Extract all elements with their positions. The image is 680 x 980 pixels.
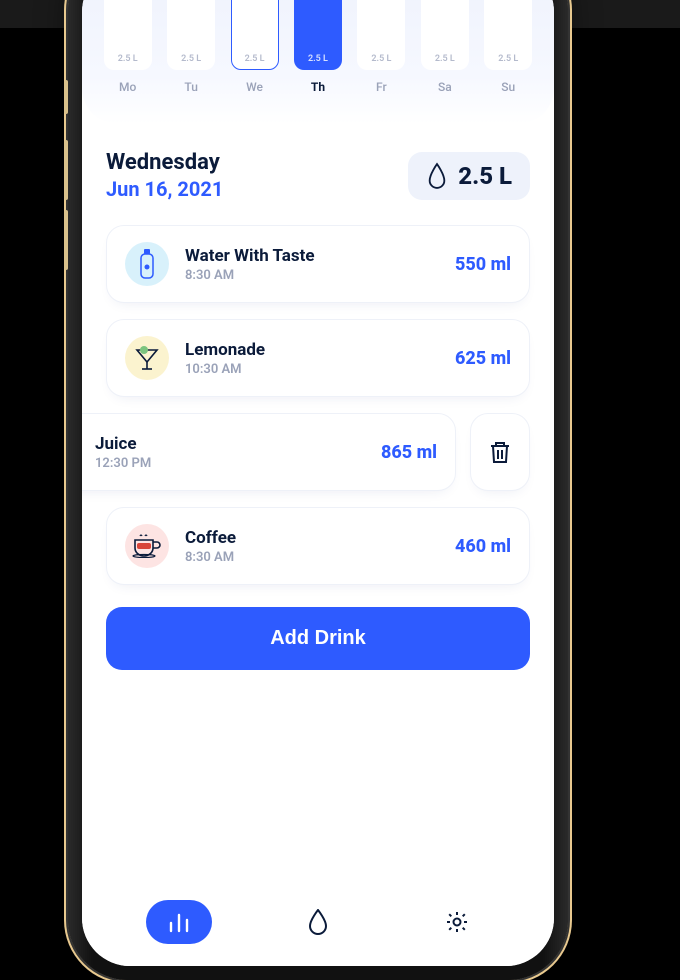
- content-area: Wednesday Jun 16, 2021 2.5 L Water With …: [82, 124, 554, 886]
- day-label: Sa: [438, 80, 452, 94]
- drink-text: Water With Taste 8:30 AM: [185, 246, 439, 283]
- stats-icon: [166, 911, 192, 933]
- side-button: [64, 80, 68, 114]
- drink-text: Lemonade 10:30 AM: [185, 340, 439, 377]
- bar-col-th[interactable]: 865 ml 2.5 L Th: [290, 0, 345, 94]
- day-label: Fr: [376, 80, 387, 94]
- add-drink-button[interactable]: Add Drink: [106, 607, 530, 670]
- nav-settings[interactable]: [424, 900, 490, 944]
- drink-text: Juice 12:30 PM: [95, 434, 365, 471]
- bars-row: 750 ml 2.5 L Mo 2.5 L Tu: [100, 0, 536, 94]
- bar-goal: 2.5 L: [245, 54, 265, 64]
- drink-amount: 625 ml: [455, 348, 511, 369]
- gear-icon: [445, 910, 469, 934]
- bar-col-sa[interactable]: 2.5 L Sa: [417, 0, 472, 94]
- drop-icon: [307, 909, 329, 935]
- bottle-icon: [125, 242, 169, 286]
- date-text: Jun 16, 2021: [106, 177, 223, 201]
- phone-frame: 750 ml 2.5 L Mo 2.5 L Tu: [68, 0, 568, 980]
- bar-goal: 2.5 L: [118, 54, 138, 64]
- drink-amount: 865 ml: [381, 442, 437, 463]
- bar-col-mo[interactable]: 750 ml 2.5 L Mo: [100, 0, 155, 94]
- trash-icon: [487, 439, 513, 465]
- bar-fr: 2.5 L: [357, 0, 405, 70]
- drink-card-water[interactable]: Water With Taste 8:30 AM 550 ml: [106, 225, 530, 303]
- day-of-week: Wednesday: [106, 150, 223, 175]
- drink-card-coffee[interactable]: Coffee 8:30 AM 460 ml: [106, 507, 530, 585]
- bar-goal: 2.5 L: [308, 54, 328, 64]
- drink-name: Lemonade: [185, 340, 439, 360]
- goal-value: 2.5 L: [458, 162, 512, 190]
- drop-icon: [426, 162, 448, 190]
- drink-name: Juice: [95, 434, 365, 454]
- drink-time: 12:30 PM: [95, 456, 365, 471]
- side-button: [64, 140, 68, 200]
- bar-col-tu[interactable]: 2.5 L Tu: [163, 0, 218, 94]
- day-label: Su: [501, 80, 515, 94]
- nav-water[interactable]: [285, 900, 351, 944]
- bar-col-fr[interactable]: 2.5 L Fr: [354, 0, 409, 94]
- drink-amount: 460 ml: [455, 536, 511, 557]
- drink-time: 8:30 AM: [185, 268, 439, 283]
- bar-tu: 2.5 L: [167, 0, 215, 70]
- drink-name: Coffee: [185, 528, 439, 548]
- coffee-icon: [125, 524, 169, 568]
- bar-goal: 2.5 L: [371, 54, 391, 64]
- daily-goal-chip[interactable]: 2.5 L: [408, 152, 530, 200]
- bar-goal: 2.5 L: [435, 54, 455, 64]
- delete-button[interactable]: [470, 413, 530, 491]
- drink-name: Water With Taste: [185, 246, 439, 266]
- bar-su: 2.5 L: [484, 0, 532, 70]
- bar-mo: 750 ml 2.5 L: [104, 0, 152, 70]
- date-block: Wednesday Jun 16, 2021: [106, 150, 223, 201]
- swiped-drink-row[interactable]: Juice 12:30 PM 865 ml: [82, 413, 530, 491]
- nav-stats[interactable]: [146, 900, 212, 944]
- bar-sa: 2.5 L: [421, 0, 469, 70]
- day-label: Mo: [119, 80, 136, 94]
- day-label: Th: [311, 80, 325, 94]
- app-screen: 750 ml 2.5 L Mo 2.5 L Tu: [82, 0, 554, 966]
- bar-goal: 2.5 L: [181, 54, 201, 64]
- drink-time: 10:30 AM: [185, 362, 439, 377]
- lemonade-icon: [125, 336, 169, 380]
- bar-th-active: 865 ml 2.5 L: [294, 0, 342, 70]
- bottom-nav: [82, 886, 554, 966]
- date-header-row: Wednesday Jun 16, 2021 2.5 L: [106, 150, 530, 201]
- drink-text: Coffee 8:30 AM: [185, 528, 439, 565]
- weekly-chart: 750 ml 2.5 L Mo 2.5 L Tu: [82, 0, 554, 124]
- bar-col-we[interactable]: 2.5 L We: [227, 0, 282, 94]
- drink-time: 8:30 AM: [185, 550, 439, 565]
- side-button: [64, 210, 68, 270]
- bar-we-selected: 2.5 L: [231, 0, 279, 70]
- drink-card-juice[interactable]: Juice 12:30 PM 865 ml: [82, 413, 456, 491]
- day-label: We: [246, 80, 263, 94]
- drink-card-lemonade[interactable]: Lemonade 10:30 AM 625 ml: [106, 319, 530, 397]
- bar-col-su[interactable]: 2.5 L Su: [481, 0, 536, 94]
- bar-goal: 2.5 L: [498, 54, 518, 64]
- drink-amount: 550 ml: [455, 254, 511, 275]
- day-label: Tu: [184, 80, 198, 94]
